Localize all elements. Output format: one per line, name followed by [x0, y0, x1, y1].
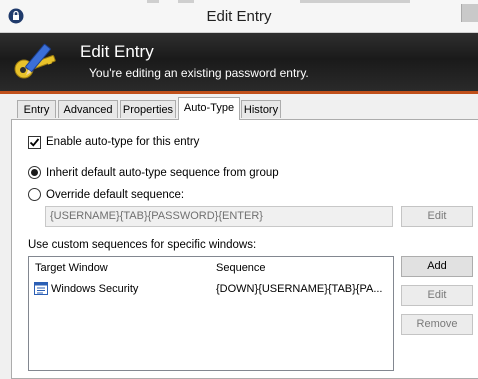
window-icon: [34, 282, 48, 295]
banner-separator: [0, 91, 478, 94]
banner-subtitle: You're editing an existing password entr…: [89, 66, 309, 80]
window-title: Edit Entry: [206, 8, 272, 25]
tab-properties[interactable]: Properties: [120, 100, 176, 118]
override-sequence-radio[interactable]: [28, 188, 41, 201]
header-banner: Edit Entry You're editing an existing pa…: [0, 33, 478, 91]
inherit-sequence-label: Inherit default auto-type sequence from …: [46, 167, 279, 179]
custom-sequences-label: Use custom sequences for specific window…: [28, 239, 257, 251]
title-bar: Edit Entry: [0, 0, 478, 33]
inherit-sequence-radio[interactable]: [28, 166, 41, 179]
table-row-window[interactable]: Windows Security: [51, 283, 138, 295]
tab-history[interactable]: History: [241, 100, 281, 118]
override-sequence-label: Override default sequence:: [46, 189, 185, 201]
add-button[interactable]: Add: [401, 256, 473, 277]
default-sequence-field[interactable]: {USERNAME}{TAB}{PASSWORD}{ENTER}: [45, 206, 393, 227]
banner-title: Edit Entry: [80, 42, 154, 61]
key-pencil-icon: [14, 43, 56, 79]
enable-autotype-checkbox[interactable]: [28, 136, 41, 149]
tab-entry[interactable]: Entry: [17, 100, 56, 118]
tab-advanced[interactable]: Advanced: [58, 100, 118, 118]
column-header-sequence[interactable]: Sequence: [216, 262, 266, 274]
checkmark-icon: [29, 138, 40, 147]
background-strip: [147, 0, 159, 3]
background-strip: [300, 0, 410, 3]
enable-autotype-label: Enable auto-type for this entry: [46, 136, 200, 148]
background-strip: [178, 0, 194, 3]
tab-auto-type[interactable]: Auto-Type: [178, 97, 240, 120]
edit-button[interactable]: Edit: [401, 285, 473, 306]
window-control[interactable]: [461, 4, 478, 22]
column-header-target-window[interactable]: Target Window: [35, 262, 108, 274]
remove-button[interactable]: Remove: [401, 314, 473, 335]
table-row-sequence[interactable]: {DOWN}{USERNAME}{TAB}{PA...: [216, 283, 383, 295]
edit-default-sequence-button[interactable]: Edit: [401, 206, 473, 227]
